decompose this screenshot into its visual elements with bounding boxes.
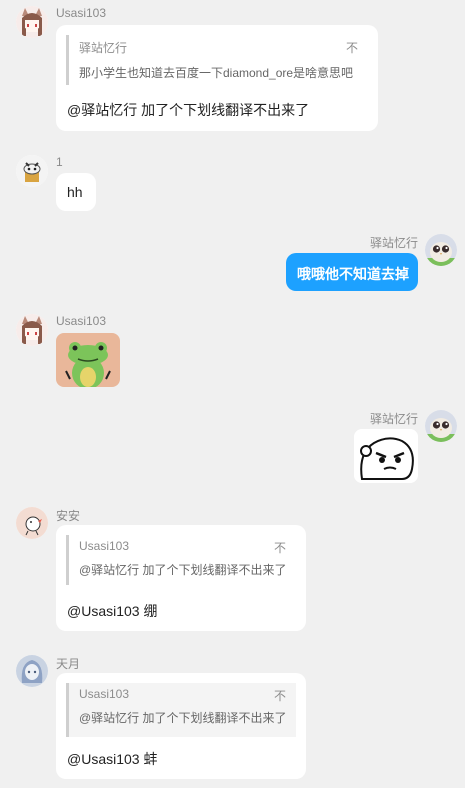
frog-sticker[interactable] [56, 333, 120, 387]
blue-hair-girl-avatar-icon [16, 655, 48, 687]
quote-text: 那小学生也知道去百度一下diamond_ore是啥意思吧 [79, 66, 354, 80]
sender-name: Usasi103 [56, 314, 107, 328]
quote-collapse-icon[interactable]: 不 [274, 687, 286, 704]
quote-text: @驿站忆行 加了个下划线翻译不出来了 [79, 563, 287, 577]
message-text: @驿站忆行 加了个下划线翻译不出来了 [67, 102, 310, 118]
sender-name: 驿站忆行 [369, 236, 418, 250]
quote-text: @驿站忆行 加了个下划线翻译不出来了 [79, 711, 287, 725]
sender-name: 1 [56, 155, 63, 169]
user-avatar[interactable] [16, 155, 48, 187]
message-bubble[interactable]: hh [56, 173, 96, 211]
user-avatar[interactable] [425, 234, 457, 266]
message-bubble[interactable]: 驿站忆行 不 那小学生也知道去百度一下diamond_ore是啥意思吧 @驿站忆… [56, 25, 378, 131]
quote-author: Usasi103 [79, 687, 130, 701]
sender-name: Usasi103 [56, 6, 107, 20]
quote-collapse-icon[interactable]: 不 [346, 39, 358, 56]
sketch-bird-avatar-icon [16, 507, 48, 539]
quote-block[interactable]: Usasi103 不 @驿站忆行 加了个下划线翻译不出来了 [66, 683, 296, 737]
sender-name: 天月 [56, 657, 81, 671]
message-text: hh [67, 184, 83, 200]
cartoon-character-avatar-icon [16, 155, 48, 187]
user-avatar[interactable] [16, 655, 48, 687]
quote-block[interactable]: 驿站忆行 不 那小学生也知道去百度一下diamond_ore是啥意思吧 [66, 35, 368, 85]
anime-girl-avatar-icon [16, 6, 48, 38]
user-avatar[interactable] [16, 314, 48, 346]
message-text: 哦哦他不知道去掉 [297, 266, 409, 282]
message-text: @Usasi103 蚌 [67, 751, 158, 767]
owl-chick-avatar-icon [425, 234, 457, 266]
quote-collapse-icon[interactable]: 不 [274, 539, 286, 556]
message-bubble[interactable]: Usasi103 不 @驿站忆行 加了个下划线翻译不出来了 @Usasi103 … [56, 525, 306, 631]
ghost-face-sticker-icon [354, 429, 418, 483]
user-avatar[interactable] [425, 410, 457, 442]
sender-name: 驿站忆行 [369, 412, 418, 426]
quote-block[interactable]: Usasi103 不 @驿站忆行 加了个下划线翻译不出来了 [66, 535, 296, 585]
user-avatar[interactable] [16, 507, 48, 539]
message-text: @Usasi103 绷 [67, 603, 158, 619]
sender-name: 安安 [56, 509, 81, 523]
message-bubble[interactable]: Usasi103 不 @驿站忆行 加了个下划线翻译不出来了 @Usasi103 … [56, 673, 306, 779]
user-avatar[interactable] [16, 6, 48, 38]
quote-author: Usasi103 [79, 539, 130, 553]
frog-sticker-icon [56, 333, 120, 387]
ghost-face-sticker[interactable] [354, 429, 418, 483]
quote-author: 驿站忆行 [79, 41, 128, 55]
anime-girl-avatar-icon [16, 314, 48, 346]
owl-chick-avatar-icon [425, 410, 457, 442]
message-bubble[interactable]: 哦哦他不知道去掉 [286, 253, 418, 291]
